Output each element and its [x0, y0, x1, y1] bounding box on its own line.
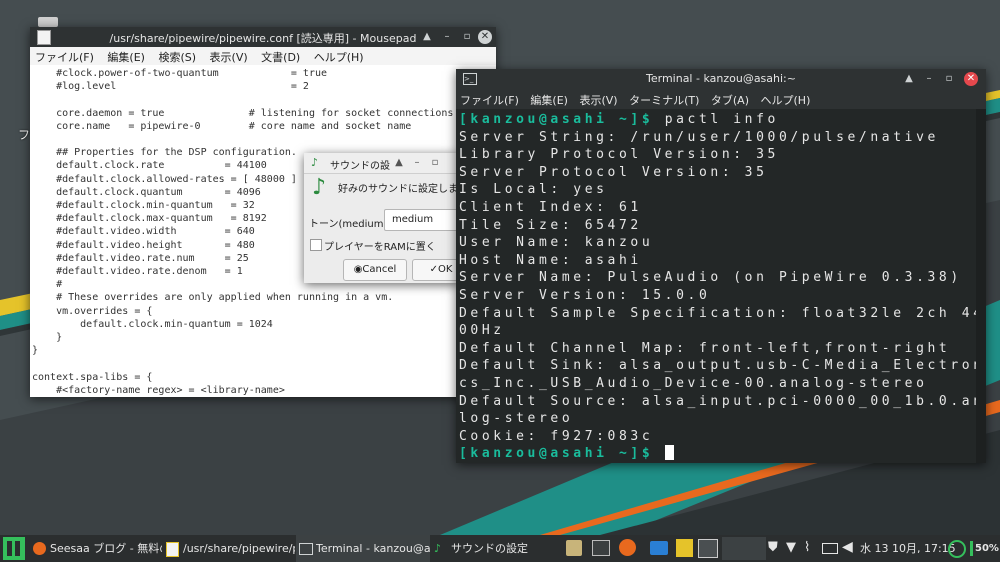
- music-note-icon: ♪: [312, 175, 327, 200]
- mousepad-menubar: ファイル(F) 編集(E) 検索(S) 表示(V) 文書(D) ヘルプ(H): [30, 47, 496, 65]
- task-terminal[interactable]: Terminal - kanzou@asa...: [296, 535, 430, 562]
- command-output: Server String: /run/user/1000/pulse/nati…: [459, 129, 986, 444]
- menu-help[interactable]: ヘルプ(H): [757, 89, 815, 108]
- terminal-scrollbar[interactable]: [976, 109, 986, 463]
- desktop-icon-label[interactable]: フ: [18, 126, 30, 143]
- clock[interactable]: 水 13 10月, 17:15: [860, 535, 956, 562]
- dialog-message: 好みのサウンドに設定しま: [338, 184, 458, 195]
- firefox-icon[interactable]: [619, 539, 636, 556]
- task-label: Terminal - kanzou@asa...: [316, 542, 430, 555]
- ram-checkbox-label: プレイヤーをRAMに置く: [324, 242, 436, 253]
- terminal-output-area[interactable]: [kanzou@asahi ~]$ pactl info Server Stri…: [456, 109, 986, 463]
- clip-icon[interactable]: ⌇: [804, 540, 818, 555]
- minimize-button[interactable]: –: [440, 30, 454, 44]
- sound-icon: ♪: [434, 542, 442, 555]
- maximize-button[interactable]: ▫: [460, 30, 474, 44]
- editor-line[interactable]: }: [32, 344, 496, 357]
- manjaro-menu-icon[interactable]: [3, 537, 25, 560]
- tone-input[interactable]: medium: [384, 209, 460, 231]
- mousepad-titlebar[interactable]: /usr/share/pipewire/pipewire.conf [読込専用]…: [30, 27, 496, 47]
- task-label: /usr/share/pipewire/pi...: [183, 542, 295, 555]
- menu-edit[interactable]: 編集(E): [526, 89, 572, 108]
- tone-input-value: medium: [392, 214, 434, 225]
- ram-checkbox[interactable]: [310, 239, 322, 251]
- sound-settings-dialog: ♪ サウンドの設 ▲ – ▫ ♪ 好みのサウンドに設定しま トーン(medium…: [304, 153, 460, 283]
- menu-terminal[interactable]: ターミナル(T): [625, 89, 703, 108]
- minimize-button[interactable]: –: [410, 156, 424, 170]
- editor-line[interactable]: #<factory-name regex> = <library-name>: [32, 384, 496, 397]
- editor-line[interactable]: default.clock.min-quantum = 1024: [32, 318, 496, 331]
- text-editor-icon[interactable]: [676, 539, 693, 557]
- close-button[interactable]: ✕: [478, 30, 492, 44]
- text-editor-icon: [166, 542, 179, 557]
- update-icon[interactable]: [948, 540, 966, 558]
- ok-label: OK: [437, 264, 453, 275]
- task-label: Seesaa ブログ - 無料の...: [50, 542, 162, 555]
- battery-percent: 50%: [975, 543, 999, 554]
- editor-line[interactable]: [32, 133, 496, 146]
- volume-icon[interactable]: ◀: [842, 539, 856, 555]
- cancel-label: Cancel: [362, 264, 397, 275]
- task-label: サウンドの設定: [451, 542, 528, 555]
- terminal-icon[interactable]: [698, 539, 718, 558]
- terminal-icon: [299, 543, 313, 555]
- editor-line[interactable]: context.spa-libs = {: [32, 371, 496, 384]
- close-button[interactable]: ✕: [964, 72, 978, 86]
- firefox-icon: [33, 542, 46, 555]
- maximize-button[interactable]: ▫: [942, 72, 956, 86]
- editor-line[interactable]: }: [32, 331, 496, 344]
- display-icon[interactable]: [650, 541, 668, 555]
- terminal-menubar: ファイル(F) 編集(E) 表示(V) ターミナル(T) タブ(A) ヘルプ(H…: [456, 89, 986, 109]
- check-icon: ✓: [429, 264, 438, 275]
- task-sound-settings[interactable]: ♪ サウンドの設定: [431, 535, 553, 562]
- menu-file[interactable]: ファイル(F): [30, 47, 99, 65]
- minimize-button[interactable]: –: [922, 72, 936, 86]
- terminal-text[interactable]: [kanzou@asahi ~]$ pactl info Server Stri…: [456, 109, 986, 463]
- editor-line[interactable]: # These overrides are only applied when …: [32, 291, 496, 304]
- menu-view[interactable]: 表示(V): [205, 47, 253, 65]
- menu-edit[interactable]: 編集(E): [102, 47, 150, 65]
- network-icon[interactable]: ▼: [786, 540, 800, 555]
- editor-line[interactable]: [32, 93, 496, 106]
- keep-above-icon[interactable]: ▲: [902, 72, 916, 86]
- editor-line[interactable]: #log.level = 2: [32, 80, 496, 93]
- prompt: [kanzou@asahi ~]$: [459, 446, 654, 462]
- menu-view[interactable]: 表示(V): [575, 89, 621, 108]
- menu-tabs[interactable]: タブ(A): [707, 89, 753, 108]
- tone-label: トーン(medium): [309, 219, 388, 230]
- menu-help[interactable]: ヘルプ(H): [309, 47, 369, 65]
- editor-line[interactable]: [32, 357, 496, 370]
- menu-file[interactable]: ファイル(F): [456, 89, 523, 108]
- taskbar: Seesaa ブログ - 無料の... /usr/share/pipewire/…: [0, 535, 1000, 562]
- editor-line[interactable]: core.daemon = true # listening for socke…: [32, 107, 496, 120]
- files-icon[interactable]: [566, 540, 582, 556]
- command: pactl info: [653, 112, 779, 127]
- terminal-titlebar[interactable]: >_ Terminal - kanzou@asahi:~ ▲ – ▫ ✕: [456, 69, 986, 89]
- battery-icon: [970, 541, 973, 556]
- menu-search[interactable]: 検索(S): [153, 47, 201, 65]
- task-browser[interactable]: Seesaa ブログ - 無料の...: [30, 535, 162, 562]
- text-cursor: [664, 445, 674, 461]
- menu-document[interactable]: 文書(D): [256, 47, 305, 65]
- terminal-icon[interactable]: [592, 540, 610, 556]
- keyboard-icon[interactable]: [822, 543, 838, 554]
- editor-line[interactable]: vm.overrides = {: [32, 305, 496, 318]
- maximize-button[interactable]: ▫: [428, 156, 442, 170]
- dialog-titlebar[interactable]: ♪ サウンドの設 ▲ – ▫: [304, 153, 460, 174]
- prompt: [kanzou@asahi ~]$: [459, 112, 654, 127]
- shield-icon[interactable]: ⛊: [768, 540, 782, 555]
- keep-above-icon[interactable]: ▲: [392, 156, 406, 170]
- cancel-button[interactable]: ◉Cancel: [343, 259, 407, 281]
- ok-button[interactable]: ✓OK: [412, 259, 460, 281]
- editor-line[interactable]: core.name = pipewire-0 # core name and s…: [32, 120, 496, 133]
- desktop-trash-icon[interactable]: [38, 17, 58, 27]
- editor-line[interactable]: #clock.power-of-two-quantum = true: [32, 67, 496, 80]
- sound-icon: ♪: [311, 156, 319, 169]
- terminal-window: >_ Terminal - kanzou@asahi:~ ▲ – ▫ ✕ ファイ…: [456, 69, 986, 463]
- workspace-switcher[interactable]: [722, 537, 766, 560]
- dialog-title: サウンドの設: [330, 161, 390, 172]
- task-mousepad[interactable]: /usr/share/pipewire/pi...: [163, 535, 295, 562]
- keep-above-icon[interactable]: ▲: [420, 30, 434, 44]
